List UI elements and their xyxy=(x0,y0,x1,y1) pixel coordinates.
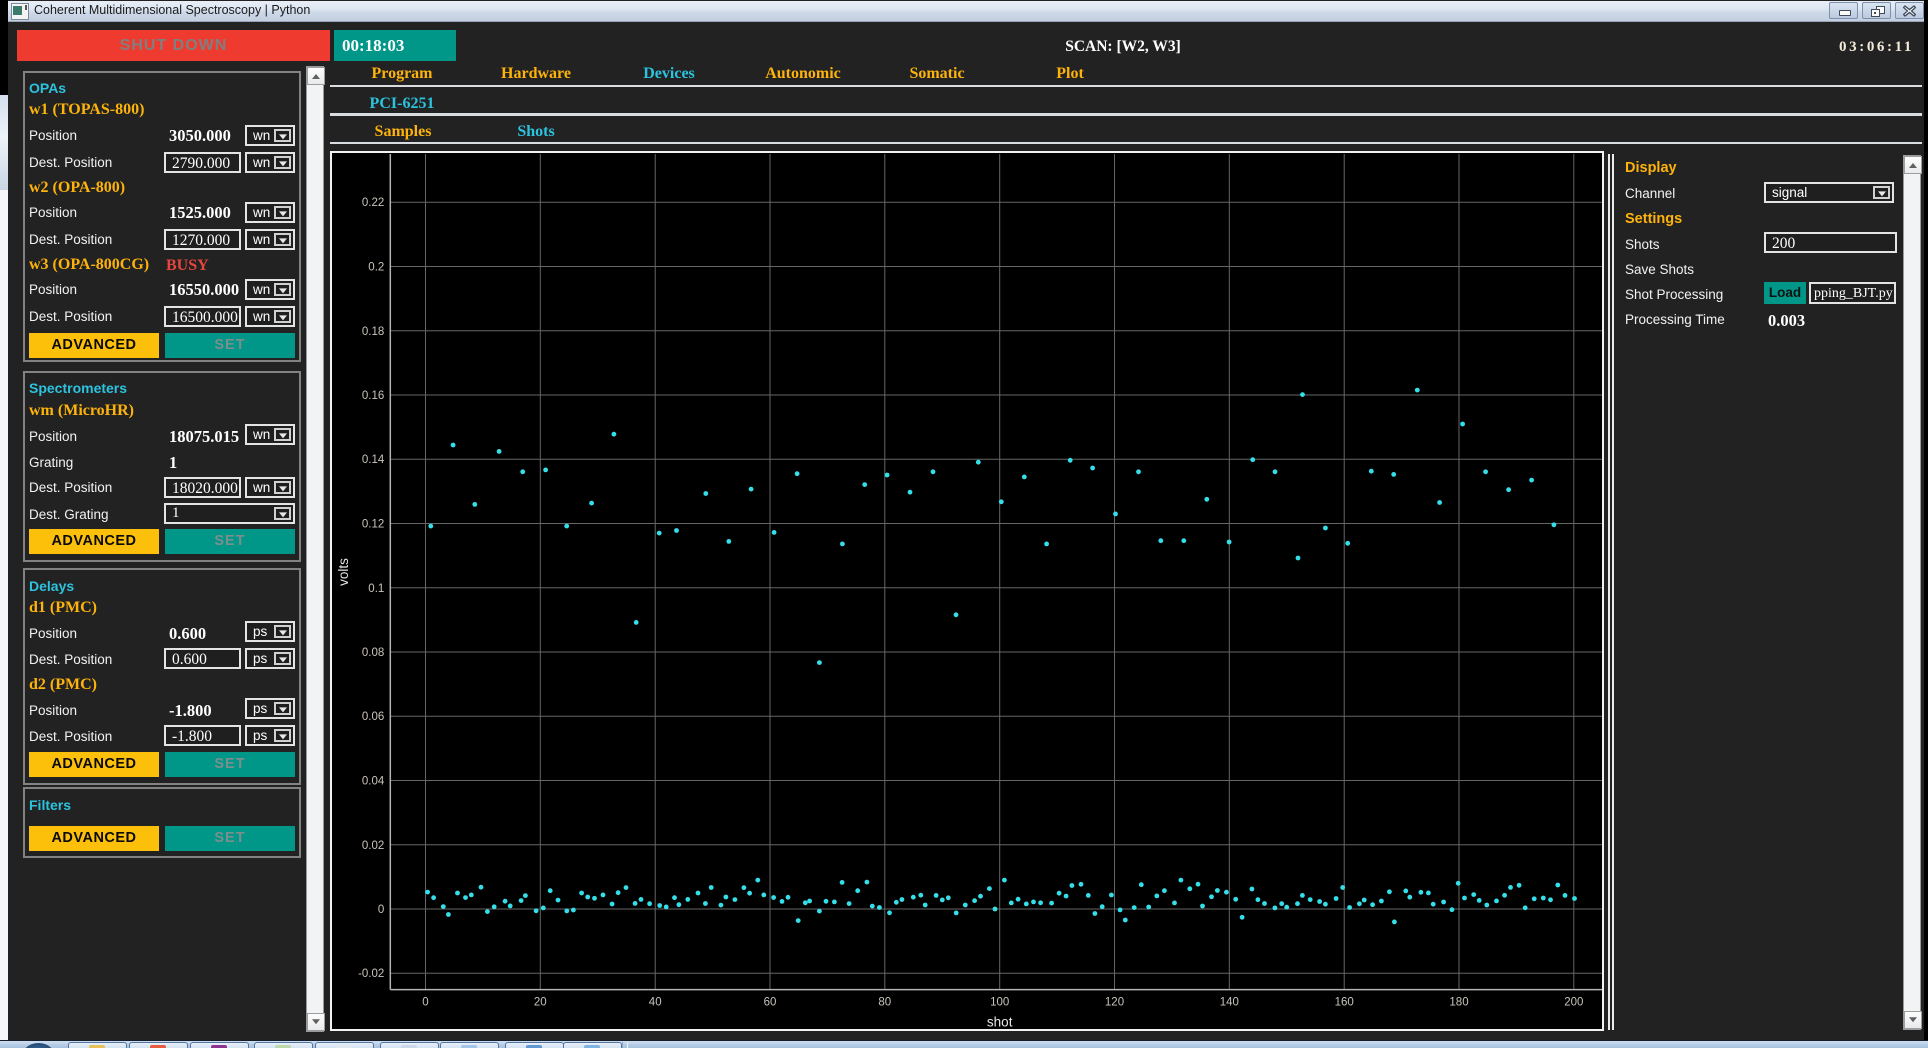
svg-text:-0.02: -0.02 xyxy=(358,968,384,980)
svg-text:0.06: 0.06 xyxy=(362,711,384,723)
svg-text:0.22: 0.22 xyxy=(362,197,384,209)
svg-text:100: 100 xyxy=(990,997,1009,1009)
svg-text:0.14: 0.14 xyxy=(362,454,385,466)
svg-text:140: 140 xyxy=(1220,997,1239,1009)
svg-text:120: 120 xyxy=(1105,997,1124,1009)
svg-text:volts: volts xyxy=(336,558,351,586)
svg-text:0.02: 0.02 xyxy=(362,840,384,852)
svg-text:0: 0 xyxy=(378,904,384,916)
svg-text:160: 160 xyxy=(1335,997,1354,1009)
svg-text:20: 20 xyxy=(534,997,547,1009)
svg-text:200: 200 xyxy=(1564,997,1583,1009)
svg-text:80: 80 xyxy=(878,997,891,1009)
svg-text:0.12: 0.12 xyxy=(362,519,384,531)
svg-text:40: 40 xyxy=(649,997,662,1009)
svg-text:0.18: 0.18 xyxy=(362,326,384,338)
svg-text:0.16: 0.16 xyxy=(362,390,384,402)
svg-text:0.04: 0.04 xyxy=(362,776,385,788)
svg-text:0: 0 xyxy=(422,997,428,1009)
svg-text:0.2: 0.2 xyxy=(368,262,384,274)
svg-text:0.08: 0.08 xyxy=(362,647,384,659)
svg-text:0.1: 0.1 xyxy=(368,583,384,595)
svg-text:60: 60 xyxy=(764,997,777,1009)
svg-text:shot: shot xyxy=(987,1015,1013,1030)
svg-text:180: 180 xyxy=(1449,997,1468,1009)
